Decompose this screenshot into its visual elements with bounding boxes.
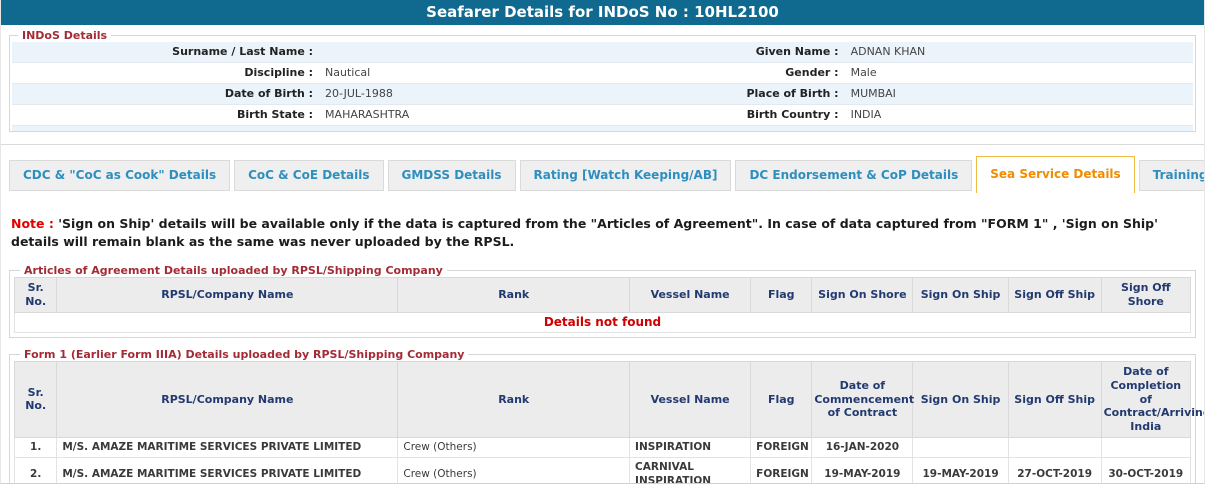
field-label: Place of Birth :: [602, 84, 844, 104]
indos-details-panel: INDoS Details Surname / Last Name : Given…: [9, 29, 1196, 132]
form1-legend: Form 1 (Earlier Form IIIA) Details uploa…: [20, 348, 468, 361]
column-header-sign-on-shore: Sign On Shore: [812, 278, 913, 313]
column-header-flag: Flag: [751, 362, 812, 438]
indos-row: Surname / Last Name : Given Name :ADNAN K…: [12, 42, 1193, 63]
indos-row: Date of Birth :20-JUL-1988Place of Birth…: [12, 84, 1193, 105]
field-label: Birth State :: [12, 105, 319, 125]
table-header-row: Sr. No.RPSL/Company NameRankVessel NameF…: [15, 362, 1191, 438]
indos-row: Discipline :NauticalGender :Male: [12, 63, 1193, 84]
column-header-sign-off-shore: Sign Off Shore: [1101, 278, 1190, 313]
cell: Crew (Others): [398, 458, 630, 484]
column-header-vessel-name: Vessel Name: [630, 362, 751, 438]
column-header-sr-no: Sr. No.: [15, 362, 57, 438]
field-value: Nautical: [319, 63, 602, 83]
table-header-row: Sr. No.RPSL/Company NameRankVessel NameF…: [15, 278, 1191, 313]
indos-details-legend: INDoS Details: [18, 29, 111, 42]
cell: FOREIGN: [751, 458, 812, 484]
tab-rating-watch-keeping-ab[interactable]: Rating [Watch Keeping/AB]: [520, 160, 732, 191]
table-row: 2.M/S. AMAZE MARITIME SERVICES PRIVATE L…: [15, 458, 1191, 484]
tab-bar: CDC & "CoC as Cook" DetailsCoC & CoE Det…: [1, 145, 1204, 191]
column-header-date-of-completion-of-contract-arriving-india: Date of Completion of Contract/Arriving …: [1101, 362, 1190, 438]
cell: 2.: [15, 458, 57, 484]
field-label: Gender :: [602, 63, 844, 83]
tab-coc-coe-details[interactable]: CoC & CoE Details: [234, 160, 383, 191]
cell: M/S. AMAZE MARITIME SERVICES PRIVATE LIM…: [57, 437, 398, 458]
field-value: [319, 42, 602, 62]
column-header-date-of-commencement-of-contract: Date of Commencement of Contract: [812, 362, 913, 438]
articles-of-agreement-panel: Articles of Agreement Details uploaded b…: [9, 264, 1196, 338]
page: Seafarer Details for INDoS No : 10HL2100…: [0, 0, 1205, 484]
cell: [1101, 437, 1190, 458]
empty-row: Details not found: [15, 312, 1191, 333]
field-label: Date of Birth :: [12, 84, 319, 104]
page-title: Seafarer Details for INDoS No : 10HL2100: [1, 0, 1204, 25]
field-label: Given Name :: [602, 42, 844, 62]
cell: M/S. AMAZE MARITIME SERVICES PRIVATE LIM…: [57, 458, 398, 484]
field-value: Male: [845, 63, 1193, 83]
cell: INSPIRATION: [630, 437, 751, 458]
cell: 27-OCT-2019: [1008, 458, 1101, 484]
column-header-sign-off-ship: Sign Off Ship: [1008, 278, 1101, 313]
column-header-sign-on-ship: Sign On Ship: [913, 278, 1008, 313]
indos-details-footer-strip: [12, 126, 1193, 131]
tab-training-details[interactable]: Training Details: [1139, 160, 1205, 191]
tab-sea-service-details[interactable]: Sea Service Details: [976, 156, 1134, 193]
cell: CARNIVAL INSPIRATION: [630, 458, 751, 484]
field-value: ADNAN KHAN: [845, 42, 1193, 62]
cell: 19-MAY-2019: [812, 458, 913, 484]
note-text: Note : 'Sign on Ship' details will be av…: [11, 215, 1194, 250]
cell: 1.: [15, 437, 57, 458]
field-value: MAHARASHTRA: [319, 105, 602, 125]
form1-table: Sr. No.RPSL/Company NameRankVessel NameF…: [14, 361, 1191, 484]
column-header-vessel-name: Vessel Name: [630, 278, 751, 313]
field-label: Birth Country :: [602, 105, 844, 125]
cell: 30-OCT-2019: [1101, 458, 1190, 484]
tab-gmdss-details[interactable]: GMDSS Details: [388, 160, 516, 191]
column-header-rpsl-company-name: RPSL/Company Name: [57, 362, 398, 438]
column-header-flag: Flag: [751, 278, 812, 313]
cell: 16-JAN-2020: [812, 437, 913, 458]
tab-dc-endorsement-cop-details[interactable]: DC Endorsement & CoP Details: [735, 160, 972, 191]
indos-details-rows: Surname / Last Name : Given Name :ADNAN K…: [12, 42, 1193, 126]
column-header-rpsl-company-name: RPSL/Company Name: [57, 278, 398, 313]
column-header-rank: Rank: [398, 362, 630, 438]
field-label: Discipline :: [12, 63, 319, 83]
field-value: INDIA: [845, 105, 1193, 125]
field-value: 20-JUL-1988: [319, 84, 602, 104]
articles-of-agreement-table: Sr. No.RPSL/Company NameRankVessel NameF…: [14, 277, 1191, 333]
note-prefix-label: Note :: [11, 216, 54, 231]
column-header-sign-on-ship: Sign On Ship: [913, 362, 1008, 438]
cell: [1008, 437, 1101, 458]
column-header-sr-no: Sr. No.: [15, 278, 57, 313]
tab-cdc-coc-as-cook-details[interactable]: CDC & "CoC as Cook" Details: [9, 160, 230, 191]
articles-of-agreement-legend: Articles of Agreement Details uploaded b…: [20, 264, 447, 277]
cell: 19-MAY-2019: [913, 458, 1008, 484]
form1-panel: Form 1 (Earlier Form IIIA) Details uploa…: [9, 348, 1196, 484]
cell: FOREIGN: [751, 437, 812, 458]
empty-message: Details not found: [15, 312, 1191, 333]
field-value: MUMBAI: [845, 84, 1193, 104]
cell: [913, 437, 1008, 458]
indos-row: Birth State :MAHARASHTRABirth Country :I…: [12, 105, 1193, 126]
cell: Crew (Others): [398, 437, 630, 458]
field-label: Surname / Last Name :: [12, 42, 319, 62]
column-header-sign-off-ship: Sign Off Ship: [1008, 362, 1101, 438]
table-row: 1.M/S. AMAZE MARITIME SERVICES PRIVATE L…: [15, 437, 1191, 458]
note-body: 'Sign on Ship' details will be available…: [11, 216, 1158, 249]
column-header-rank: Rank: [398, 278, 630, 313]
